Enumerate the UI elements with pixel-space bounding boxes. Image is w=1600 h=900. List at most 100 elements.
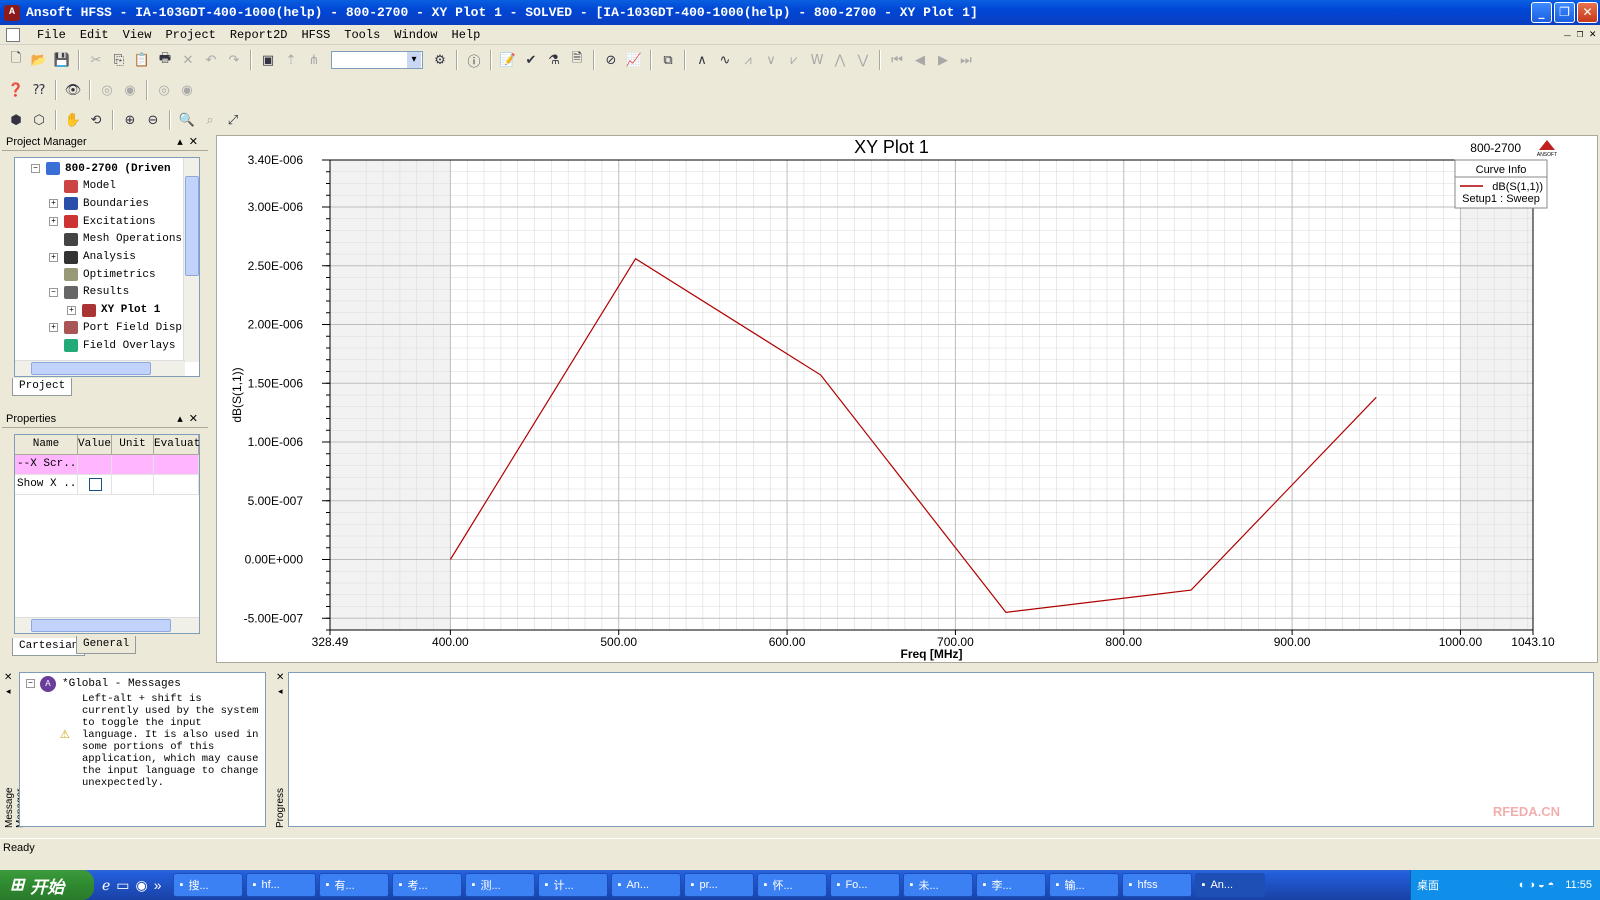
- menu-window[interactable]: Window: [387, 28, 444, 42]
- expander-icon[interactable]: +: [49, 252, 58, 262]
- minimize-button[interactable]: _: [1531, 2, 1552, 23]
- message-panel-pin-icon[interactable]: ◂: [6, 686, 11, 697]
- hide-all-icon[interactable]: ◉: [177, 80, 197, 100]
- tree-item[interactable]: + Boundaries: [49, 195, 149, 212]
- rotate-icon[interactable]: ⟲: [86, 110, 106, 130]
- taskbar-button[interactable]: ▪ Fo...: [829, 873, 900, 897]
- tree-item[interactable]: + Port Field Disp: [49, 319, 182, 336]
- panel-controls[interactable]: ▴✕: [177, 412, 204, 427]
- marker-max-icon[interactable]: ∧: [692, 50, 712, 70]
- marker-down-icon[interactable]: ⋁: [853, 50, 873, 70]
- taskbar-button[interactable]: ▪ hf...: [245, 873, 316, 897]
- marker-valleys-icon[interactable]: ⩗: [784, 50, 804, 70]
- tab-general[interactable]: General: [76, 636, 137, 654]
- tree-item[interactable]: Mesh Operations: [49, 231, 182, 248]
- taskbar-button[interactable]: ▪ 怀...: [756, 873, 827, 897]
- tree-item[interactable]: + Analysis: [49, 249, 136, 266]
- more-icon[interactable]: »: [154, 877, 162, 893]
- taskbar-button[interactable]: ▪ 考...: [391, 873, 462, 897]
- orient-icon[interactable]: ⤢: [223, 110, 243, 130]
- expander-icon[interactable]: +: [67, 305, 76, 315]
- play-icon[interactable]: ▶: [933, 50, 953, 70]
- marker-peaks-icon[interactable]: ⩘: [738, 50, 758, 70]
- horizontal-scrollbar[interactable]: [15, 360, 185, 376]
- progress-panel-pin-icon[interactable]: ◂: [278, 686, 283, 697]
- horizontal-scrollbar[interactable]: [15, 617, 199, 633]
- notes-icon[interactable]: 📝: [498, 50, 518, 70]
- browser-icon[interactable]: ◉: [136, 877, 148, 894]
- context-help-icon[interactable]: ⁇: [29, 80, 49, 100]
- table-row[interactable]: Show X ...: [15, 475, 199, 495]
- expander-icon[interactable]: +: [49, 323, 58, 333]
- help-icon[interactable]: ❓: [6, 80, 26, 100]
- marker-up-icon[interactable]: ⋀: [830, 50, 850, 70]
- menu-help[interactable]: Help: [445, 28, 488, 42]
- mesh-icon[interactable]: ⬡: [29, 110, 49, 130]
- prev-icon[interactable]: ◀: [910, 50, 930, 70]
- taskbar-button[interactable]: ▪ 计...: [537, 873, 608, 897]
- expander-icon[interactable]: +: [49, 199, 58, 209]
- show-all-icon[interactable]: ◎: [154, 80, 174, 100]
- menu-tools[interactable]: Tools: [337, 28, 387, 42]
- pan-icon[interactable]: ✋: [63, 110, 83, 130]
- property-value[interactable]: [78, 455, 112, 474]
- taskbar-button[interactable]: ▪ An...: [610, 873, 681, 897]
- save-icon[interactable]: 💾: [52, 50, 72, 70]
- property-value[interactable]: [78, 475, 112, 494]
- menu-project[interactable]: Project: [158, 28, 222, 42]
- mdi-restore-button[interactable]: ❐: [1577, 27, 1584, 41]
- column-header[interactable]: Name: [15, 435, 78, 454]
- zoom-icon[interactable]: 🔍: [177, 110, 197, 130]
- select-icon[interactable]: ▣: [258, 50, 278, 70]
- tab-project[interactable]: Project: [12, 378, 73, 396]
- taskbar-button[interactable]: ▪ 李...: [975, 873, 1046, 897]
- taskbar-button[interactable]: ▪ 未...: [902, 873, 973, 897]
- menu-view[interactable]: View: [116, 28, 159, 42]
- open-icon[interactable]: 📂: [29, 50, 49, 70]
- ie-icon[interactable]: ℯ: [102, 877, 110, 894]
- mdi-minimize-button[interactable]: _: [1564, 27, 1571, 41]
- menu-report2d[interactable]: Report2D: [223, 28, 295, 42]
- show-icon[interactable]: ◎: [97, 80, 117, 100]
- taskbar-button[interactable]: ▪ An...: [1194, 873, 1265, 897]
- new-icon[interactable]: 🗋: [6, 50, 26, 70]
- zoom-fit-icon[interactable]: ⌕: [200, 110, 220, 130]
- tree-item[interactable]: + XY Plot 1: [67, 302, 160, 319]
- tray-icons[interactable]: ◐◑◒◓: [1519, 879, 1558, 891]
- taskbar-button[interactable]: ▪ 测...: [464, 873, 535, 897]
- tree-item[interactable]: − 800-2700 (Driven: [31, 160, 171, 177]
- paste-icon[interactable]: 📋: [132, 50, 152, 70]
- marker-valley-icon[interactable]: ∨: [761, 50, 781, 70]
- field-icon[interactable]: ⊘: [601, 50, 621, 70]
- menu-hfss[interactable]: HFSS: [294, 28, 337, 42]
- zoom-out-icon[interactable]: ⊖: [143, 110, 163, 130]
- expander-icon[interactable]: +: [49, 217, 58, 227]
- restore-button[interactable]: ❐: [1554, 2, 1575, 23]
- column-header[interactable]: Value: [78, 435, 112, 454]
- close-button[interactable]: ✕: [1577, 2, 1598, 23]
- first-icon[interactable]: ⏮: [887, 50, 907, 70]
- desktop-icon[interactable]: ▭: [116, 877, 129, 894]
- menu-edit[interactable]: Edit: [73, 28, 116, 42]
- taskbar-button[interactable]: ▪ 输...: [1048, 873, 1119, 897]
- expander-icon[interactable]: −: [49, 287, 58, 297]
- redo-icon[interactable]: ↷: [224, 50, 244, 70]
- mdi-close-button[interactable]: ✕: [1589, 27, 1596, 41]
- move-up-icon[interactable]: ⇡: [281, 50, 301, 70]
- last-icon[interactable]: ⏭: [956, 50, 976, 70]
- taskbar-button[interactable]: ▪ pr...: [683, 873, 754, 897]
- progress-panel-close-icon[interactable]: ✕: [276, 672, 284, 683]
- show-x-checkbox[interactable]: [89, 478, 102, 491]
- cut-icon[interactable]: ✂: [86, 50, 106, 70]
- window-icon[interactable]: ⧉: [658, 50, 678, 70]
- xy-plot-window[interactable]: 328.49 400.00 500.00 600.00 700.00 800.00 900.…: [216, 135, 1598, 663]
- column-header[interactable]: Evaluat: [154, 435, 200, 454]
- tree-item[interactable]: Field Overlays: [49, 337, 175, 354]
- tab-cartesian[interactable]: Cartesian: [12, 638, 86, 656]
- tree-item[interactable]: Optimetrics: [49, 266, 156, 283]
- zoom-in-icon[interactable]: ⊕: [120, 110, 140, 130]
- eye-icon[interactable]: 👁: [63, 80, 83, 100]
- expander-icon[interactable]: −: [31, 164, 40, 173]
- table-row[interactable]: --X Scr...: [15, 455, 199, 475]
- marker-peak-icon[interactable]: ∿: [715, 50, 735, 70]
